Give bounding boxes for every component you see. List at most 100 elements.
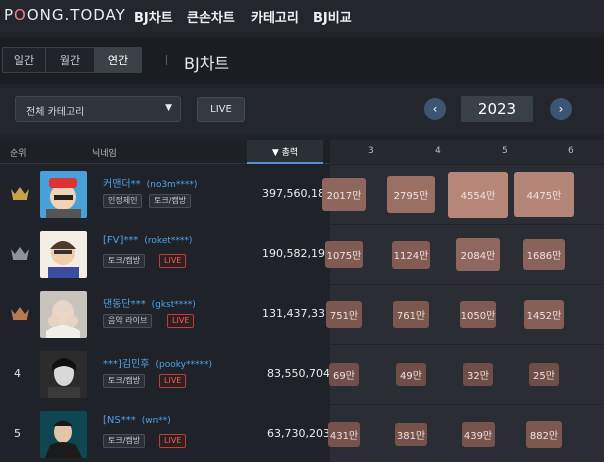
page-title: BJ차트 bbox=[184, 54, 230, 73]
bj-id: (gkst****) bbox=[151, 300, 196, 310]
month-cell: 2084만 bbox=[448, 225, 508, 284]
month-header: 5 bbox=[502, 146, 508, 156]
month-value: 4554만 bbox=[460, 191, 496, 202]
month-value: 751만 bbox=[329, 311, 359, 322]
crown-icon bbox=[10, 185, 30, 201]
tab-monthly[interactable]: 월간 bbox=[45, 47, 95, 73]
month-value: 1452만 bbox=[526, 311, 562, 322]
month-value: 1050만 bbox=[460, 311, 496, 322]
month-value: 4475만 bbox=[526, 191, 562, 202]
month-value: 1124만 bbox=[393, 251, 429, 262]
live-badge[interactable]: LIVE bbox=[159, 374, 187, 388]
month-cell: 1050만 bbox=[448, 285, 508, 344]
avatar[interactable] bbox=[40, 411, 87, 458]
category-tag[interactable]: 토크/캠방 bbox=[149, 194, 192, 208]
header-nickname: 닉네임 bbox=[92, 149, 117, 159]
table-row[interactable]: 4 ***]김민후 (pooky*****) 토크/캠방 LIVE 83,550,704 6… bbox=[0, 345, 604, 404]
live-badge[interactable]: LIVE bbox=[159, 434, 187, 448]
bj-name-link[interactable]: [NS*** (wn**) bbox=[103, 415, 171, 426]
month-value: 882만 bbox=[529, 431, 559, 442]
month-cell: 4554만 bbox=[448, 165, 508, 224]
category-tag[interactable]: 인정제인 bbox=[103, 194, 143, 208]
site-logo[interactable]: POONG.TODAY bbox=[4, 6, 126, 24]
month-header: 4 bbox=[435, 146, 441, 156]
row-info: 4 ***]김민후 (pooky*****) 토크/캠방 LIVE 83,550,704 bbox=[0, 345, 330, 404]
tab-yearly[interactable]: 연간 bbox=[94, 47, 142, 73]
month-cell: 381만 bbox=[381, 405, 441, 462]
category-select[interactable]: 전체 카테고리 ▼ bbox=[15, 96, 181, 122]
month-cell: 1686만 bbox=[514, 225, 574, 284]
month-header: 3 bbox=[368, 146, 374, 156]
crown-icon bbox=[10, 305, 30, 321]
month-cell: 32만 bbox=[448, 345, 508, 404]
category-tag[interactable]: 토크/캠방 bbox=[103, 254, 146, 268]
month-value: 1686만 bbox=[526, 251, 562, 262]
chevron-right-icon[interactable]: › bbox=[550, 98, 572, 120]
month-cell: 882만 bbox=[514, 405, 574, 462]
nav-bj-chart[interactable]: BJ차트 bbox=[134, 7, 173, 26]
category-select-value: 전체 카테고리 bbox=[26, 107, 85, 118]
month-value: 2795만 bbox=[393, 191, 429, 202]
month-value: 49만 bbox=[400, 371, 422, 382]
month-cell: 439만 bbox=[448, 405, 508, 462]
month-value: 431만 bbox=[329, 431, 359, 442]
month-value: 761만 bbox=[396, 311, 426, 322]
avatar[interactable] bbox=[40, 351, 87, 398]
row-monthly: 1075만 1124만 2084만 1686만 bbox=[325, 225, 604, 284]
rank-number: 5 bbox=[14, 427, 21, 440]
table-row[interactable]: 커맨더** (no3m****) 인정제인 토크/캠방 397,560,187 2017만… bbox=[0, 165, 604, 224]
table-row[interactable]: [FV]*** (roket****) 토크/캠방 LIVE 190,582,192 10… bbox=[0, 225, 604, 284]
month-value: 2084만 bbox=[460, 251, 496, 262]
category-tag[interactable]: 음악 라이브 bbox=[103, 314, 153, 328]
divider bbox=[166, 55, 167, 65]
live-filter-button[interactable]: LIVE bbox=[197, 97, 245, 122]
category-tag[interactable]: 토크/캠방 bbox=[103, 374, 146, 388]
top-nav: POONG.TODAY BJ차트 큰손차트 카테고리 BJ비교 bbox=[0, 0, 604, 32]
table-row[interactable]: 댄동단*** (gkst****) 음악 라이브 LIVE 131,437,337 751… bbox=[0, 285, 604, 344]
month-cell: 1075만 bbox=[314, 225, 374, 284]
month-value: 69만 bbox=[333, 371, 355, 382]
month-cell: 761만 bbox=[381, 285, 441, 344]
row-monthly: 69만 49만 32만 25만 bbox=[328, 345, 604, 404]
month-cell: 1124만 bbox=[381, 225, 441, 284]
avatar[interactable] bbox=[40, 171, 87, 218]
row-info: 커맨더** (no3m****) 인정제인 토크/캠방 397,560,187 bbox=[0, 165, 332, 224]
month-header: 6 bbox=[568, 146, 574, 156]
category-tag[interactable]: 토크/캠방 bbox=[103, 434, 146, 448]
bj-name-link[interactable]: [FV]*** (roket****) bbox=[103, 235, 192, 246]
header-rank: 순위 bbox=[10, 149, 27, 159]
crown-icon bbox=[10, 245, 30, 261]
month-value: 381만 bbox=[396, 431, 426, 442]
table-row[interactable]: 5 [NS*** (wn**) 토크/캠방 LIVE 63,730,203 431만 381만… bbox=[0, 405, 604, 462]
avatar[interactable] bbox=[40, 291, 87, 338]
nav-big-spender-chart[interactable]: 큰손차트 bbox=[187, 7, 235, 26]
period-bar: 일간 월간 연간 bbox=[0, 38, 604, 84]
bj-name-link[interactable]: 커맨더** (no3m****) bbox=[103, 175, 197, 190]
year-display: 2023 bbox=[461, 96, 533, 122]
bj-name: 커맨더** bbox=[103, 179, 141, 190]
row-info: 5 [NS*** (wn**) 토크/캠방 LIVE 63,730,203 bbox=[0, 405, 330, 462]
rank-number: 4 bbox=[14, 367, 21, 380]
month-cell: 2795만 bbox=[381, 165, 441, 224]
nav-category[interactable]: 카테고리 bbox=[251, 7, 299, 26]
month-value: 1075만 bbox=[326, 251, 362, 262]
month-value: 439만 bbox=[463, 431, 493, 442]
nav-bj-compare[interactable]: BJ비교 bbox=[313, 7, 352, 26]
bj-name: [NS*** bbox=[103, 415, 136, 426]
header-total-sort[interactable]: ▼ 총력 bbox=[247, 140, 323, 164]
bj-name-link[interactable]: 댄동단*** (gkst****) bbox=[103, 295, 196, 310]
live-badge[interactable]: LIVE bbox=[167, 314, 195, 328]
row-monthly: 2017만 2795만 4554만 4475만 bbox=[322, 165, 604, 224]
month-cell: 25만 bbox=[514, 345, 574, 404]
filter-row: 전체 카테고리 ▼ LIVE ‹ 2023 › bbox=[0, 88, 604, 134]
live-badge[interactable]: LIVE bbox=[159, 254, 187, 268]
tab-daily[interactable]: 일간 bbox=[2, 47, 46, 73]
bj-name-link[interactable]: ***]김민후 (pooky*****) bbox=[103, 355, 212, 370]
month-cell: 431만 bbox=[314, 405, 374, 462]
month-cell: 2017만 bbox=[314, 165, 374, 224]
chevron-left-icon[interactable]: ‹ bbox=[424, 98, 446, 120]
month-value: 32만 bbox=[467, 371, 489, 382]
bj-id: (pooky*****) bbox=[155, 360, 212, 370]
bj-id: (roket****) bbox=[144, 236, 193, 246]
avatar[interactable] bbox=[40, 231, 87, 278]
